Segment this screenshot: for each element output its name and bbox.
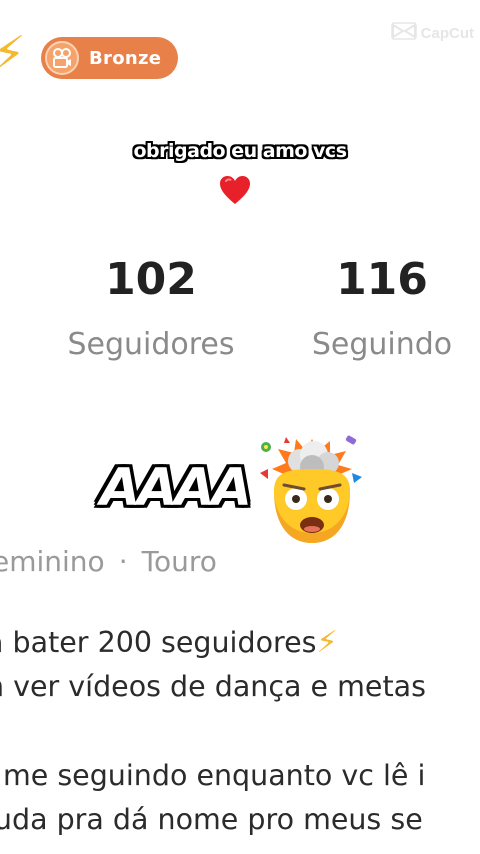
badge-label: Bronze bbox=[89, 47, 162, 69]
bio-line: í me seguindo enquanto vc lê i bbox=[0, 759, 426, 792]
film-reel-icon bbox=[45, 41, 79, 75]
lightning-icon: ⚡ bbox=[316, 625, 338, 660]
watermark-text: CapCut bbox=[420, 24, 474, 42]
gender-text: eminino bbox=[0, 545, 105, 578]
bio-line: n ver vídeos de dança e metas bbox=[0, 670, 426, 703]
followers-count: 102 bbox=[105, 254, 197, 305]
video-caption: obrigado eu amo vcs bbox=[133, 140, 348, 162]
exploding-head-emoji bbox=[256, 433, 368, 553]
following-label: Seguindo bbox=[311, 327, 453, 362]
separator-dot: · bbox=[118, 545, 128, 578]
following-count: 116 bbox=[336, 254, 428, 305]
bronze-badge[interactable]: Bronze bbox=[41, 37, 178, 79]
tiktok-profile-screen: ⚡ Bronze CapCut obrigado eu amo vcs 102 … bbox=[0, 0, 480, 854]
followers-label: Seguidores bbox=[67, 327, 235, 362]
red-heart-icon bbox=[218, 174, 252, 210]
bio-line: a bater 200 seguidores⚡ bbox=[0, 621, 426, 665]
capcut-logo-icon bbox=[390, 22, 417, 44]
profile-info-line: eminino · Touro bbox=[0, 545, 217, 578]
followers-stat[interactable]: 102 Seguidores bbox=[36, 258, 266, 360]
bio-line-text: a bater 200 seguidores bbox=[0, 626, 317, 659]
bio-spacer bbox=[0, 709, 426, 754]
lightning-icon: ⚡ bbox=[0, 26, 26, 82]
zodiac-text: Touro bbox=[141, 545, 217, 578]
capcut-watermark: CapCut bbox=[390, 22, 474, 44]
overlay-text: AAAA bbox=[100, 458, 252, 518]
following-stat[interactable]: 116 Seguindo bbox=[267, 258, 480, 360]
bio-line: juda pra dá nome pro meus se bbox=[0, 803, 423, 836]
profile-bio: a bater 200 seguidores⚡ n ver vídeos de … bbox=[0, 621, 426, 842]
